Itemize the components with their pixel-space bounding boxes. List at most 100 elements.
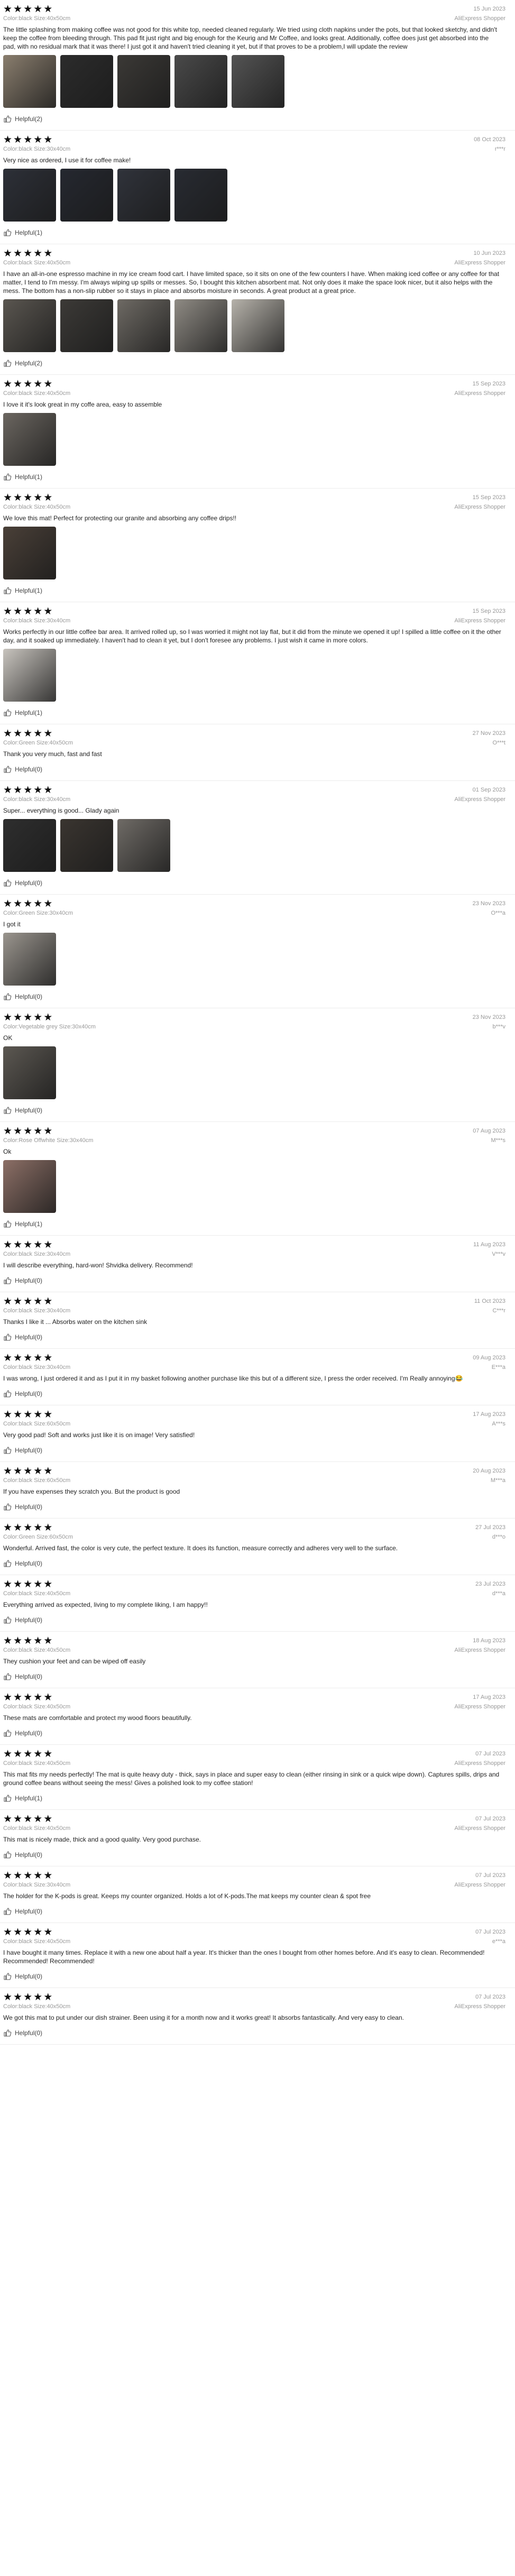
product-variant: Color:black Size:30x40cm — [3, 1882, 71, 1888]
review-text: If you have expenses they scratch you. B… — [3, 1488, 180, 1495]
helpful-button[interactable]: Helpful(0) — [3, 879, 42, 887]
review-photo-thumbnail[interactable] — [3, 169, 56, 222]
star-icon: ★ — [23, 492, 33, 503]
review-photo-thumbnail[interactable] — [174, 55, 227, 108]
star-icon: ★ — [23, 898, 33, 909]
review-header: ★ ★ ★ ★ ★ 23 Jul 2023 — [3, 1578, 505, 1590]
helpful-button[interactable]: Helpful(0) — [3, 1672, 42, 1681]
helpful-button[interactable]: Helpful(2) — [3, 359, 42, 367]
review-photo-thumbnail[interactable] — [60, 819, 113, 872]
review-date: 07 Jul 2023 — [475, 1994, 505, 2000]
helpful-button[interactable]: Helpful(1) — [3, 586, 42, 595]
helpful-button[interactable]: Helpful(0) — [3, 1972, 42, 1981]
review-photo-thumbnail[interactable] — [117, 55, 170, 108]
review-photo-thumbnail[interactable] — [174, 169, 227, 222]
review-text: The little splashing from making coffee … — [3, 26, 497, 50]
helpful-button[interactable]: Helpful(1) — [3, 228, 42, 237]
helpful-text: Helpful(0) — [15, 1107, 42, 1114]
helpful-button[interactable]: Helpful(0) — [3, 992, 42, 1001]
helpful-button[interactable]: Helpful(0) — [3, 2029, 42, 2037]
helpful-paren-close: ) — [40, 1729, 43, 1737]
helpful-button[interactable]: Helpful(0) — [3, 1333, 42, 1341]
helpful-text: Helpful(0) — [15, 1560, 42, 1567]
review-photo-thumbnail[interactable] — [3, 819, 56, 872]
helpful-button[interactable]: Helpful(0) — [3, 1729, 42, 1737]
helpful-row: Helpful(0) — [3, 1275, 505, 1286]
star-icon: ★ — [13, 1011, 23, 1023]
helpful-row: Helpful(0) — [3, 1971, 505, 1982]
review-photo-thumbnail[interactable] — [232, 299, 284, 352]
review-photo-thumbnail[interactable] — [3, 649, 56, 702]
review-text: I have bought it many times. Replace it … — [3, 1949, 485, 1965]
product-variant: Color:black Size:40x50cm — [3, 1647, 71, 1653]
thumbs-up-icon — [3, 1333, 12, 1341]
review-photo-thumbnail[interactable] — [3, 413, 56, 466]
helpful-button[interactable]: Helpful(0) — [3, 1503, 42, 1511]
star-icon: ★ — [3, 1578, 13, 1590]
star-icon: ★ — [3, 1691, 13, 1703]
review-date: 08 Oct 2023 — [474, 136, 505, 143]
reviewer-name: r***r — [494, 146, 505, 152]
review-photo-thumbnail[interactable] — [3, 933, 56, 986]
helpful-button[interactable]: Helpful(0) — [3, 765, 42, 774]
helpful-button[interactable]: Helpful(1) — [3, 709, 42, 717]
reviewer-name: d***o — [492, 1534, 505, 1540]
review-item: ★ ★ ★ ★ ★ 15 Sep 2023 Color:black Size:40x50cm… — [0, 489, 515, 602]
reviewer-name: O***a — [491, 910, 505, 916]
helpful-button[interactable]: Helpful(0) — [3, 1390, 42, 1398]
star-icon: ★ — [33, 378, 43, 390]
review-item: ★ ★ ★ ★ ★ 17 Aug 2023 Color:black Size:40x50cm… — [0, 1688, 515, 1745]
star-icon: ★ — [13, 1748, 23, 1760]
helpful-button[interactable]: Helpful(2) — [3, 115, 42, 123]
review-photo-thumbnail[interactable] — [232, 55, 284, 108]
review-header: ★ ★ ★ ★ ★ 15 Sep 2023 — [3, 492, 505, 503]
thumbs-up-icon — [3, 1220, 12, 1228]
star-icon: ★ — [13, 378, 23, 390]
helpful-row: Helpful(1) — [3, 1792, 505, 1804]
review-photo-thumbnail[interactable] — [117, 819, 170, 872]
helpful-label: Helpful — [15, 2029, 35, 2037]
reviewer-name: e***a — [492, 1938, 505, 1945]
review-photos — [3, 819, 505, 872]
star-icon: ★ — [23, 1748, 33, 1760]
helpful-text: Helpful(0) — [15, 1908, 42, 1915]
star-icon: ★ — [13, 898, 23, 909]
review-photo-thumbnail[interactable] — [60, 55, 113, 108]
review-photo-thumbnail[interactable] — [3, 527, 56, 579]
review-photo-thumbnail[interactable] — [60, 299, 113, 352]
product-variant: Color:black Size:60x50cm — [3, 1421, 71, 1427]
review-meta: Color:black Size:40x50cm AliExpress Shopp… — [3, 1760, 505, 1767]
review-photo-thumbnail[interactable] — [117, 169, 170, 222]
star-rating: ★ ★ ★ ★ ★ — [3, 1635, 52, 1646]
helpful-button[interactable]: Helpful(0) — [3, 1559, 42, 1568]
review-photo-thumbnail[interactable] — [3, 1160, 56, 1213]
review-photo-thumbnail[interactable] — [3, 55, 56, 108]
helpful-button[interactable]: Helpful(0) — [3, 1106, 42, 1115]
helpful-button[interactable]: Helpful(0) — [3, 1276, 42, 1285]
review-photo-thumbnail[interactable] — [60, 169, 113, 222]
helpful-button[interactable]: Helpful(1) — [3, 473, 42, 481]
helpful-button[interactable]: Helpful(0) — [3, 1616, 42, 1624]
review-item: ★ ★ ★ ★ ★ 07 Jul 2023 Color:black Size:40x50cm… — [0, 1988, 515, 2045]
star-icon: ★ — [43, 1295, 53, 1307]
star-icon: ★ — [3, 134, 13, 145]
thumbs-up-icon — [3, 1276, 12, 1285]
star-icon: ★ — [33, 1578, 43, 1590]
helpful-button[interactable]: Helpful(1) — [3, 1220, 42, 1228]
review-meta: Color:Rose Offwhite Size:30x40cm M***s — [3, 1137, 505, 1144]
thumbs-up-icon — [3, 586, 12, 595]
star-icon: ★ — [13, 1870, 23, 1881]
review-photo-thumbnail[interactable] — [3, 1046, 56, 1099]
review-date: 17 Aug 2023 — [473, 1411, 505, 1418]
helpful-button[interactable]: Helpful(0) — [3, 1446, 42, 1455]
review-meta: Color:black Size:40x50cm AliExpress Shopp… — [3, 390, 505, 397]
review-photo-thumbnail[interactable] — [174, 299, 227, 352]
helpful-button[interactable]: Helpful(0) — [3, 1851, 42, 1859]
review-header: ★ ★ ★ ★ ★ 15 Jun 2023 — [3, 3, 505, 15]
review-photo-thumbnail[interactable] — [3, 299, 56, 352]
review-photo-thumbnail[interactable] — [117, 299, 170, 352]
star-icon: ★ — [3, 3, 13, 15]
review-item: ★ ★ ★ ★ ★ 27 Jul 2023 Color:Green Size:60x50cm… — [0, 1519, 515, 1575]
helpful-button[interactable]: Helpful(0) — [3, 1907, 42, 1916]
helpful-button[interactable]: Helpful(1) — [3, 1794, 42, 1802]
